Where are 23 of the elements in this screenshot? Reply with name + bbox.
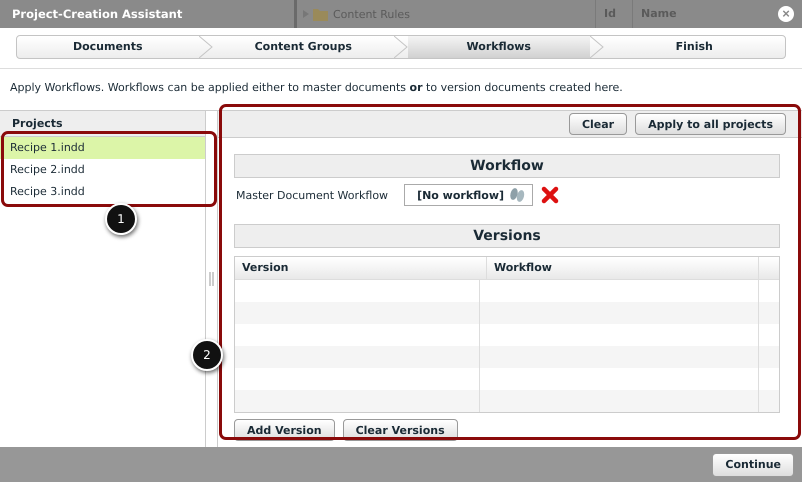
project-item[interactable]: Recipe 2.indd — [0, 159, 205, 181]
wizard-step[interactable]: Content Groups — [212, 36, 394, 58]
column-header[interactable]: Workflow — [487, 257, 759, 279]
splitter-handle[interactable] — [209, 272, 214, 286]
window-title: Project-Creation Assistant — [12, 7, 184, 21]
continue-button[interactable]: Continue — [712, 452, 794, 476]
wizard-step[interactable]: Workflows — [408, 36, 590, 58]
section-header: Workflow — [234, 154, 780, 178]
project-item[interactable]: Recipe 1.indd — [0, 137, 205, 159]
toolbar-button[interactable]: Apply to all projects — [635, 113, 786, 135]
workflow-picker[interactable]: [No workflow] — [404, 184, 534, 206]
project-item[interactable]: Recipe 3.indd — [0, 181, 205, 203]
toolbar-button[interactable]: Clear — [568, 113, 628, 135]
close-button[interactable]: × — [778, 6, 794, 22]
wizard-step[interactable]: Documents — [17, 36, 198, 58]
remove-icon[interactable] — [541, 186, 560, 204]
column-header[interactable]: Version — [235, 257, 487, 279]
description-text: Apply Workflows. Workflows can be applied either to master documents or to version documents created here. — [0, 68, 802, 96]
footprints-icon — [508, 187, 526, 203]
section-header: Versions — [234, 224, 780, 248]
folder-icon — [303, 7, 329, 21]
field-label: Master Document Workflow — [235, 188, 388, 202]
wizard-step[interactable]: Finish — [604, 36, 785, 58]
